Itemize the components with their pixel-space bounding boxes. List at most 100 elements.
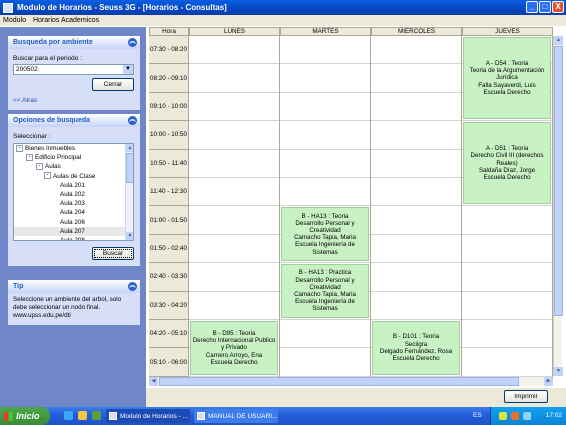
maximize-button[interactable]: □ <box>539 1 551 13</box>
clock: 17:02 <box>545 412 562 419</box>
cerrar-button[interactable]: Cerrar <box>92 78 134 91</box>
collapse-icon[interactable]: - <box>36 163 43 171</box>
tip-link[interactable]: www.upss.edu.pe/dti <box>13 312 135 320</box>
close-window-button[interactable]: X <box>552 1 564 13</box>
scroll-right-icon[interactable]: ▶ <box>544 377 553 386</box>
schedule-event[interactable]: A - D54 : Teoria Teoria de la Argumentaci… <box>463 37 551 120</box>
tree-node[interactable]: - Bienes Inmuebles <box>14 144 133 153</box>
scroll-thumb[interactable] <box>126 153 133 183</box>
schedule-event[interactable]: A - D51 : Teoria Derecho Civil III (derec… <box>463 122 551 205</box>
column-header-hora: Hora <box>149 27 189 36</box>
media-player-icon[interactable] <box>92 411 101 420</box>
imprimir-button[interactable]: Imprimir <box>504 390 548 403</box>
minimize-button[interactable]: _ <box>526 1 538 13</box>
schedule-event[interactable]: B - HA13 : Teoria Desarrollo Personal y C… <box>281 207 369 262</box>
schedule-event[interactable]: B - D95 : Teoria Derecho Internacional Pu… <box>190 321 278 375</box>
task-label: Modulo de Horarios - ... <box>120 412 188 420</box>
tip-panel: Tip ︽ Seleccione un ambiente del arbol, … <box>8 280 140 325</box>
event-line: A - D51 : Teoria <box>485 145 529 153</box>
schedule-event[interactable]: B - HA13 : Practica Desarrollo Personal y… <box>281 264 369 318</box>
app-window-icon <box>109 412 117 420</box>
schedule-event[interactable]: B - D101 : Teoria Seciigra Delgado Fernánd… <box>372 321 460 375</box>
time-slot-label: 08:20 - 09:10 <box>149 64 189 93</box>
taskbar-item-manual[interactable]: MANUAL DE USUARI... <box>194 409 278 423</box>
tray-icon[interactable] <box>499 412 507 420</box>
tray-icon[interactable] <box>523 412 531 420</box>
scroll-down-icon[interactable]: ▼ <box>126 232 133 240</box>
tree-node[interactable]: - Aulas de Clase <box>14 172 133 181</box>
tree-node[interactable]: Aula 203 <box>14 199 133 208</box>
grid-line <box>189 120 553 122</box>
time-slot-label: 02:40 - 03:30 <box>149 263 189 292</box>
task-label: MANUAL DE USUARI... <box>208 412 278 420</box>
tree-node[interactable]: - Aulas <box>14 162 133 171</box>
search-panel: Busqueda por ambiente ︽ Buscar para el p… <box>8 36 140 110</box>
scroll-left-icon[interactable]: ◀ <box>149 377 158 386</box>
chevron-down-icon[interactable]: ▼ <box>123 65 133 74</box>
event-line: Escuela Ingeniería de Sistemas <box>295 241 355 256</box>
collapse-up-icon[interactable]: ︽ <box>128 38 137 47</box>
time-slot-label: 03:30 - 04:20 <box>149 291 189 320</box>
vertical-scrollbar[interactable]: ▲ ▼ <box>553 36 563 376</box>
back-link[interactable]: << Atras <box>13 97 135 104</box>
event-line: Camacho Tapia, Maria <box>294 234 356 242</box>
language-indicator[interactable]: ES <box>473 412 482 419</box>
grid-line <box>189 233 553 235</box>
menu-horarios-academicos[interactable]: Horarios Academicos <box>33 17 99 24</box>
start-button[interactable]: Inicio <box>0 407 50 425</box>
event-line: Escuela Derecho <box>483 88 531 96</box>
tree-node[interactable]: Aula 202 <box>14 190 133 199</box>
time-slot-label: 10:00 - 10:50 <box>149 121 189 150</box>
event-line: Derecho Internacional Publico y Privado <box>192 337 276 352</box>
tree-node[interactable]: Aula 204 <box>14 208 133 217</box>
search-panel-header[interactable]: Busqueda por ambiente ︽ <box>8 36 140 49</box>
time-slot-label: 11:40 - 12:30 <box>149 178 189 207</box>
title-bar[interactable]: Modulo de Horarios - Seuss 3G - [Horario… <box>0 0 566 15</box>
tray-icon[interactable] <box>511 412 519 420</box>
menu-modulo[interactable]: Modulo <box>3 17 26 24</box>
ambiente-tree[interactable]: - Bienes Inmuebles - Edificio Principal - Aul… <box>13 143 134 241</box>
windows-logo-icon <box>4 411 13 421</box>
options-panel-header[interactable]: Opciones de busqueda ︽ <box>8 114 140 127</box>
tree-node[interactable]: Aula 206 <box>14 218 133 227</box>
event-line: Seciigra <box>404 340 428 348</box>
event-line: Escuela Derecho <box>392 355 440 363</box>
menu-bar: Modulo Horarios Academicos <box>0 15 566 27</box>
scroll-down-icon[interactable]: ▼ <box>554 367 563 376</box>
taskbar-item-modulo[interactable]: Modulo de Horarios - ... <box>106 409 190 423</box>
tree-node[interactable]: Aula 207 <box>14 226 133 236</box>
period-select[interactable]: 200502 ▼ <box>13 64 134 75</box>
tree-node[interactable]: Aula 208 <box>14 236 133 240</box>
tree-scrollbar[interactable]: ▲ ▼ <box>125 144 133 240</box>
period-label: Buscar para el periodo : <box>13 55 83 62</box>
collapse-icon[interactable]: - <box>16 144 23 152</box>
event-line: Desarrollo Personal y Creatividad <box>295 219 355 235</box>
folder-icon[interactable] <box>78 411 87 420</box>
scroll-up-icon[interactable]: ▲ <box>126 144 133 152</box>
grid-line <box>189 205 553 207</box>
tree-node[interactable]: - Edificio Principal <box>14 153 133 162</box>
horizontal-scrollbar[interactable]: ◀ ▶ <box>149 377 553 386</box>
internet-explorer-icon[interactable] <box>64 411 73 420</box>
options-panel-title: Opciones de busqueda <box>13 117 91 124</box>
collapse-up-icon[interactable]: ︽ <box>128 116 137 125</box>
collapse-icon[interactable]: - <box>44 172 51 180</box>
tree-node-label: Bienes Inmuebles <box>25 145 76 152</box>
event-line: Escuela Derecho <box>483 174 531 182</box>
scroll-thumb[interactable] <box>159 377 519 386</box>
grid-line <box>189 319 553 320</box>
tip-panel-header[interactable]: Tip ︽ <box>8 280 140 293</box>
collapse-icon[interactable]: - <box>26 154 33 162</box>
tree-node-label: Aulas de Clase <box>53 172 96 180</box>
select-label: Seleccionar : <box>13 133 51 140</box>
tree-node[interactable]: Aula 201 <box>14 181 133 190</box>
collapse-up-icon[interactable]: ︽ <box>128 282 137 291</box>
tree-node-label: Aula 206 <box>60 218 85 226</box>
tree-node-label: Aula 202 <box>60 190 85 198</box>
event-line: B - D95 : Teoria <box>212 329 256 337</box>
scroll-thumb[interactable] <box>554 46 563 316</box>
time-slot-label: 09:10 - 10:00 <box>149 92 189 122</box>
scroll-up-icon[interactable]: ▲ <box>554 36 563 45</box>
column-header-day: JUEVES <box>462 27 553 36</box>
buscar-button[interactable]: Buscar <box>92 247 134 260</box>
